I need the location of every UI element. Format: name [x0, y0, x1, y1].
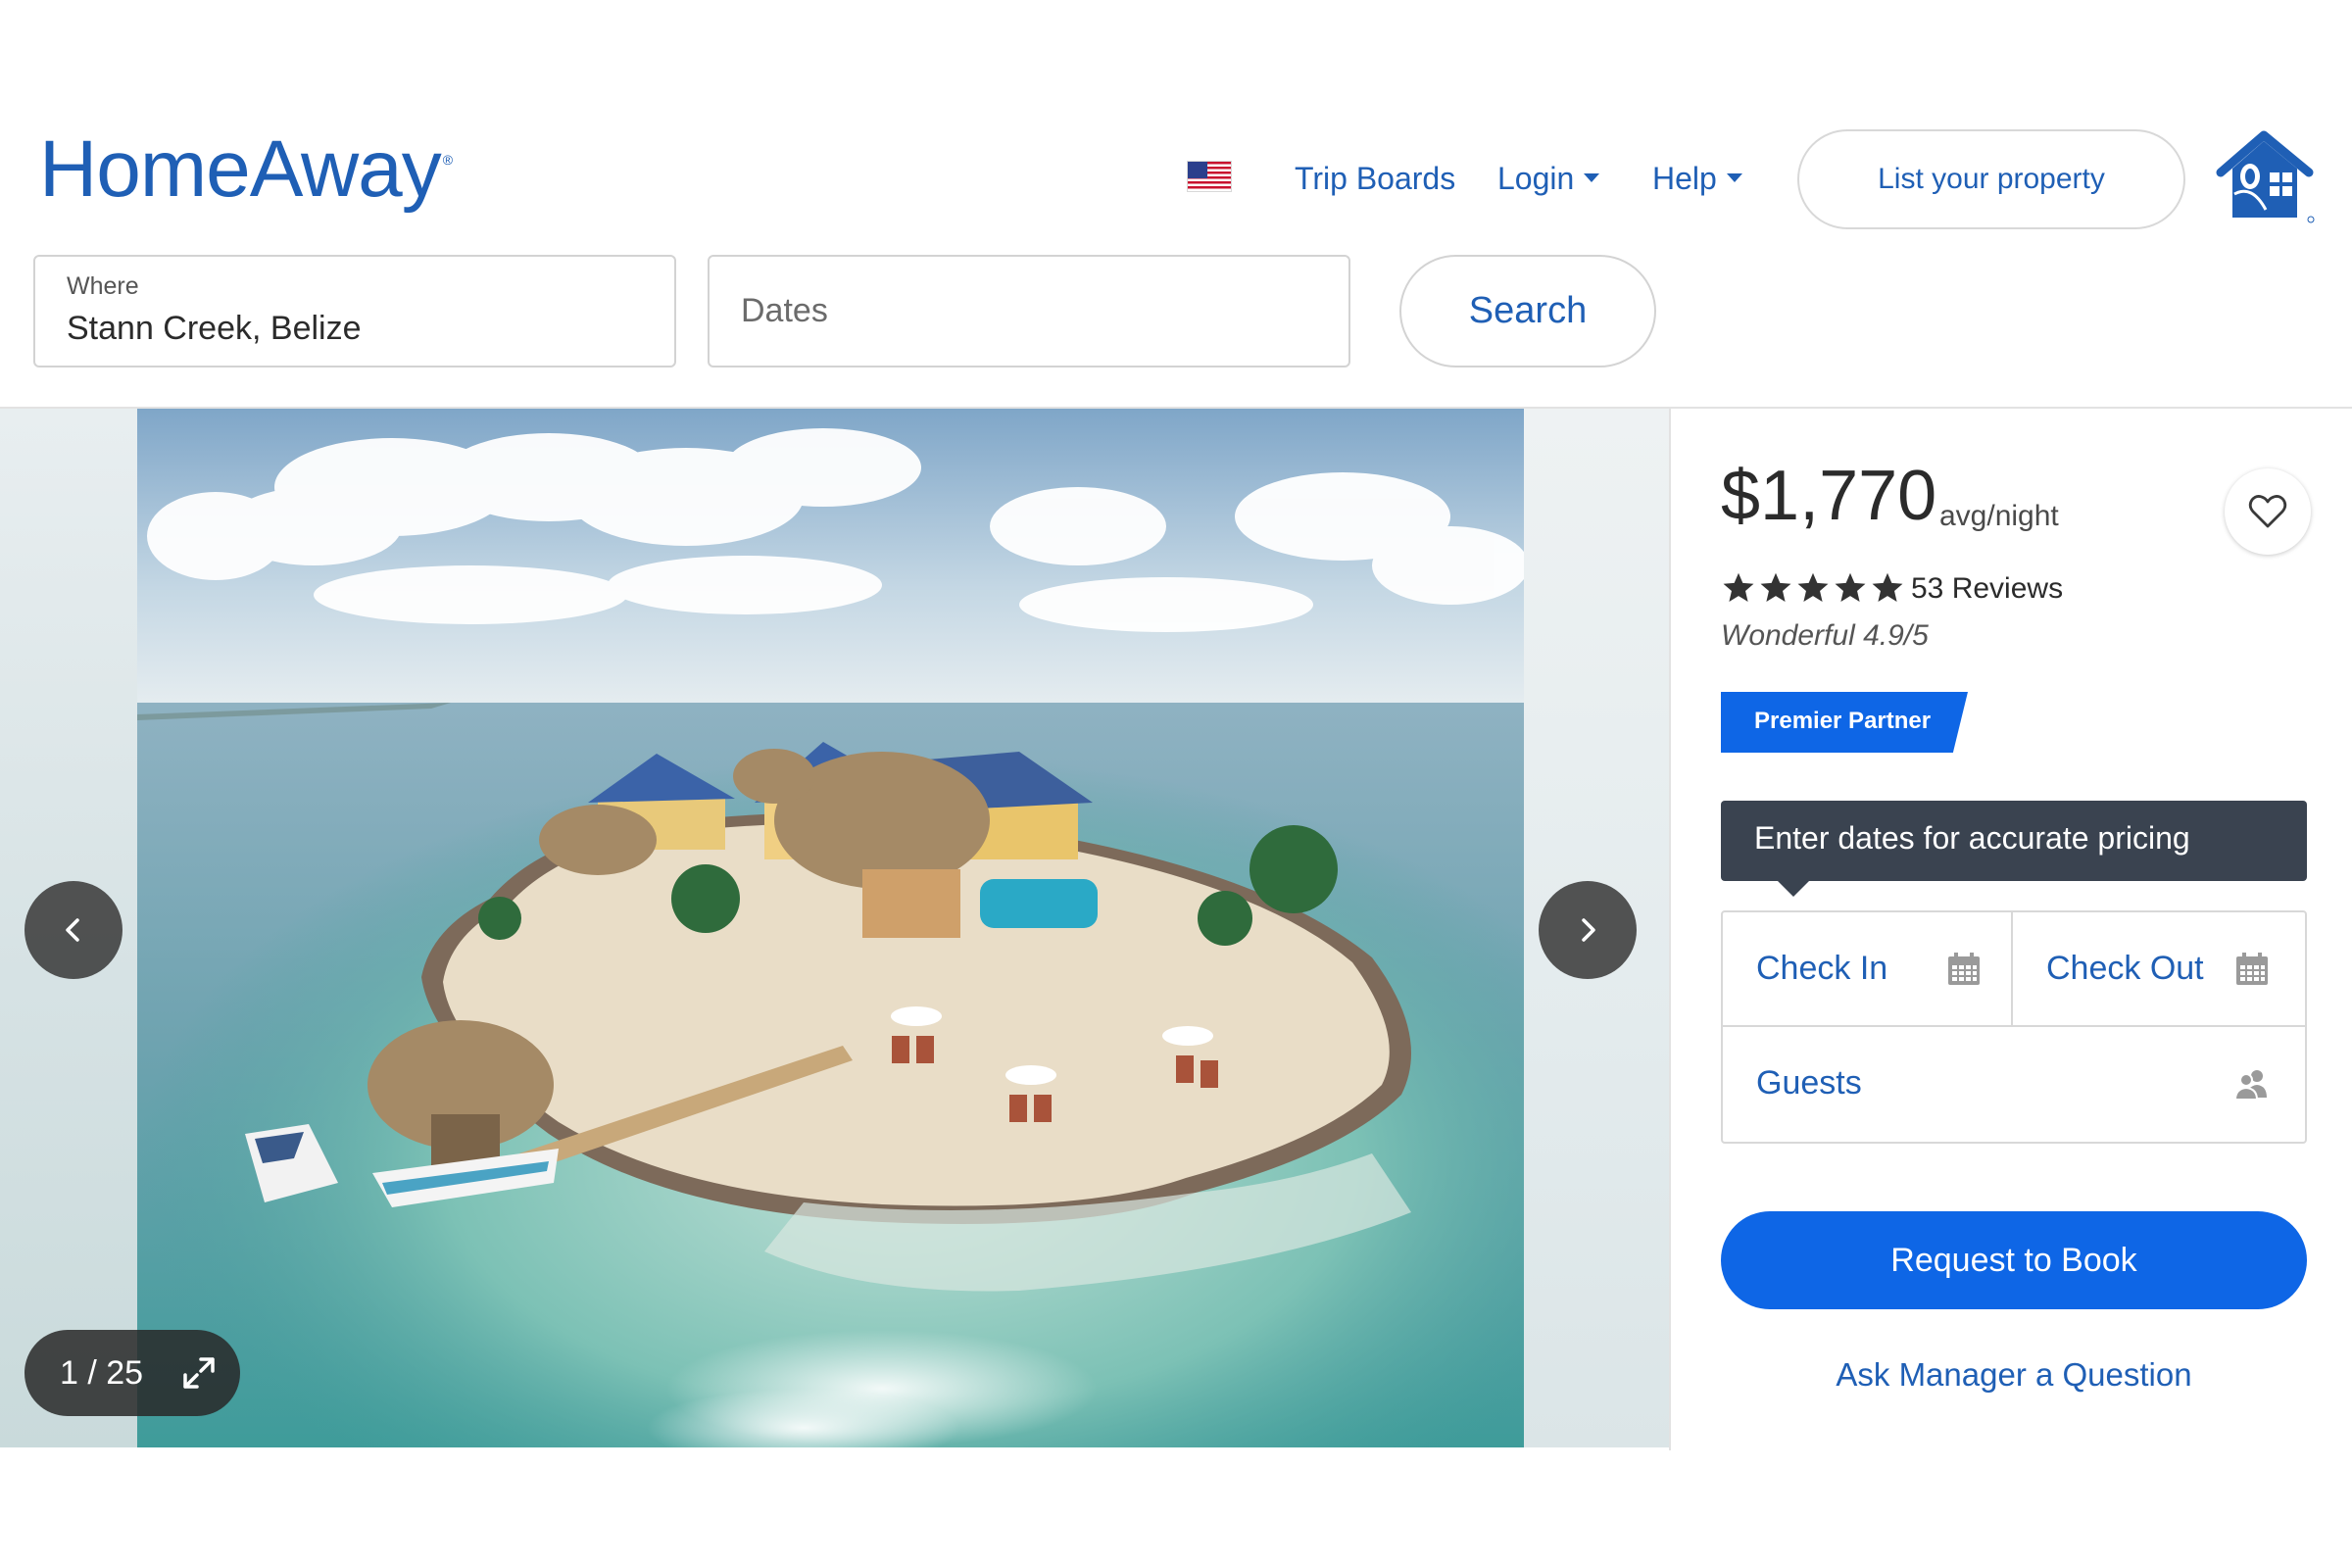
- listing-photo[interactable]: [137, 409, 1524, 1447]
- previous-photo-button[interactable]: [24, 881, 122, 979]
- search-button-label: Search: [1468, 290, 1588, 331]
- pricing-tooltip: Enter dates for accurate pricing: [1721, 801, 2307, 881]
- premier-partner-badge: Premier Partner: [1721, 692, 1968, 753]
- rating-summary: Wonderful 4.9/5: [1721, 619, 1929, 652]
- booking-form: Check In Check Out Guests: [1721, 910, 2307, 1144]
- star-icon: [1760, 572, 1791, 602]
- help-label: Help: [1652, 161, 1717, 196]
- star-icon: [1835, 572, 1866, 602]
- tooltip-text: Enter dates for accurate pricing: [1754, 820, 2190, 856]
- photo-gallery: 1 / 25: [0, 409, 1669, 1447]
- request-to-book-label: Request to Book: [1890, 1241, 2137, 1279]
- dates-field[interactable]: Dates: [708, 255, 1350, 368]
- photo-count: 1 / 25: [60, 1354, 144, 1392]
- check-out-label: Check Out: [2046, 950, 2204, 987]
- search-button[interactable]: Search: [1399, 255, 1656, 368]
- expand-icon[interactable]: [179, 1353, 219, 1393]
- check-in-field[interactable]: Check In: [1723, 912, 2013, 1027]
- login-label: Login: [1497, 161, 1575, 196]
- reviews-link[interactable]: 53 Reviews: [1911, 572, 2063, 606]
- price-unit: avg/night: [1939, 500, 2059, 532]
- list-your-property-button[interactable]: List your property: [1797, 129, 2185, 229]
- badge-label: Premier Partner: [1754, 708, 1932, 734]
- where-input[interactable]: Stann Creek, Belize: [67, 310, 362, 348]
- star-icon: [1872, 572, 1903, 602]
- chevron-left-icon: [66, 918, 79, 942]
- heart-icon: [2248, 495, 2287, 528]
- check-in-label: Check In: [1756, 950, 1888, 987]
- caret-down-icon: [1726, 173, 1742, 183]
- homeaway-logo[interactable]: HomeAway ®: [39, 129, 453, 210]
- logo-text: HomeAway: [39, 124, 442, 214]
- ask-manager-link[interactable]: Ask Manager a Question: [1721, 1356, 2307, 1394]
- dates-input[interactable]: Dates: [741, 292, 828, 330]
- caret-down-icon: [1584, 173, 1600, 183]
- guests-field[interactable]: Guests: [1723, 1027, 2305, 1142]
- check-out-field[interactable]: Check Out: [2013, 912, 2305, 1027]
- sidebar-divider: [1669, 409, 1671, 1450]
- where-label: Where: [67, 272, 139, 300]
- photo-counter[interactable]: 1 / 25: [24, 1330, 240, 1416]
- us-flag-icon[interactable]: [1187, 161, 1232, 192]
- star-rating: [1721, 570, 1905, 606]
- tooltip-pointer: [1778, 881, 1809, 897]
- star-icon: [1723, 572, 1754, 602]
- ask-manager-label: Ask Manager a Question: [1836, 1356, 2192, 1393]
- list-property-label: List your property: [1878, 163, 2105, 195]
- guests-icon: [2234, 1070, 2267, 1101]
- trip-boards-link[interactable]: Trip Boards: [1295, 157, 1455, 200]
- where-field[interactable]: Where Stann Creek, Belize: [33, 255, 676, 368]
- calendar-icon: [1948, 953, 1980, 985]
- login-menu[interactable]: Login: [1497, 157, 1600, 200]
- next-photo-button[interactable]: [1539, 881, 1637, 979]
- homeaway-house-icon[interactable]: [2213, 129, 2321, 227]
- guests-label: Guests: [1756, 1064, 1862, 1102]
- save-favorite-button[interactable]: [2225, 468, 2311, 555]
- trip-boards-label: Trip Boards: [1295, 161, 1456, 196]
- chevron-right-icon: [1582, 918, 1595, 942]
- registered-mark: ®: [442, 152, 453, 168]
- nightly-price: $1,770: [1721, 457, 1937, 535]
- help-menu[interactable]: Help: [1652, 157, 1742, 200]
- calendar-icon: [2236, 953, 2268, 985]
- star-icon: [1797, 572, 1829, 602]
- request-to-book-button[interactable]: Request to Book: [1721, 1211, 2307, 1309]
